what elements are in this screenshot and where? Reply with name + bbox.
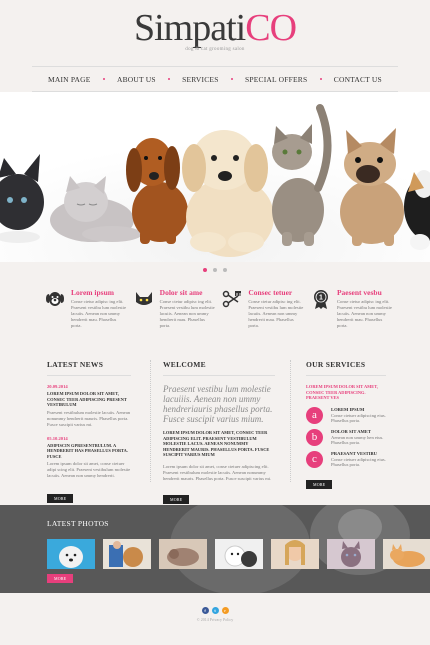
column-divider: [290, 360, 291, 482]
photo-thumbnail[interactable]: [215, 539, 263, 569]
main-nav: MAIN PAGE ABOUT US SERVICES SPECIAL OFFE…: [32, 66, 398, 92]
welcome-more-button[interactable]: MORE: [163, 494, 190, 504]
photo-thumbnail[interactable]: [327, 539, 375, 569]
service-title: DOLOR SIT AMET: [331, 428, 371, 434]
award-ribbon-icon: 1: [310, 288, 332, 310]
feature-title: Paesent vesbu: [336, 288, 382, 297]
logo-part2: CO: [245, 7, 297, 49]
slider-dot-1[interactable]: [203, 268, 207, 272]
service-item[interactable]: a LOREM IPSUM Conse ctetuer adipiscing e…: [306, 406, 386, 424]
news-item: 05.10.2014 ADIPISCIN GPRESENTBULUM. A HE…: [47, 436, 131, 480]
service-badge: c: [306, 450, 323, 468]
logo-title: SimpatiCO: [0, 8, 430, 48]
photo-thumbnail[interactable]: [103, 539, 151, 569]
feature-title: Dolor sit ame: [159, 288, 203, 297]
svg-text:1: 1: [319, 295, 323, 302]
footer-copyright: © 2014 Privacy Policy: [196, 617, 234, 622]
latest-news-heading: LATEST NEWS: [47, 360, 131, 376]
rss-icon[interactable]: r: [221, 607, 229, 614]
services-caps-text: LOREM IPSUM DOLOR SIT AMET, CONSEC TEER …: [306, 384, 378, 400]
news-more-button[interactable]: MORE: [47, 494, 74, 503]
feature-text: Conse ctetur adipisc ing elit. Praesent …: [248, 299, 304, 328]
feature-title: Lorem ipsum: [71, 288, 114, 297]
nav-contact-us[interactable]: CONTACT US: [334, 75, 382, 84]
logo-tagline: dog & cat grooming salon: [185, 47, 245, 52]
hero-slider: [0, 92, 430, 262]
news-title[interactable]: LOREM IPSUM DOLOR SIT AMET, CONSEC TEER …: [47, 391, 131, 408]
news-title[interactable]: ADIPISCIN GPRESENTBULUM. A HENDRERIT HAS…: [47, 443, 131, 460]
social-links: f t r: [0, 607, 430, 614]
slider-dot-2[interactable]: [213, 268, 217, 272]
nav-separator: [167, 78, 170, 80]
feature-title: Consec tetuer: [248, 288, 293, 297]
facebook-icon[interactable]: f: [201, 607, 209, 614]
services-heading: OUR SERVICES: [306, 360, 386, 376]
welcome-heading: WELCOME: [163, 360, 275, 376]
photo-thumbnail[interactable]: [159, 539, 207, 569]
welcome-caps-text: LOREM IPSUM DOLOR SIT AMET, CONSEC TEER …: [163, 430, 270, 457]
feature-item: Dolor sit ame Conse ctetur adipisc ing e…: [133, 288, 217, 329]
nav-separator: [102, 78, 105, 80]
photo-thumbnail[interactable]: [271, 539, 319, 569]
nav-services[interactable]: SERVICES: [182, 75, 218, 84]
features-row: Lorem ipsum Conse ctetur adipisc ing eli…: [44, 288, 394, 329]
service-badge: a: [306, 406, 323, 424]
latest-photos-heading: LATEST PHOTOS: [47, 519, 109, 528]
photo-thumbnail[interactable]: [383, 539, 430, 569]
logo-part1: Simpati: [133, 7, 246, 49]
feature-text: Conse ctetur adipisc ing elit. Praesent …: [71, 299, 126, 328]
nav-main-page[interactable]: MAIN PAGE: [48, 75, 91, 84]
cat-icon: [133, 288, 155, 310]
latest-photos-section: LATEST PHOTOS MORE: [0, 505, 430, 593]
nav-about-us[interactable]: ABOUT US: [117, 75, 156, 84]
nav-separator: [230, 78, 233, 80]
service-title: PRAESANT VESTIBU: [331, 450, 377, 456]
dog-icon: [44, 288, 66, 310]
nav-separator: [319, 78, 322, 80]
news-item: 20.09.2014 LOREM IPSUM DOLOR SIT AMET, C…: [47, 384, 131, 428]
feature-item: Lorem ipsum Conse ctetur adipisc ing eli…: [44, 288, 128, 329]
service-text: Conse ctetuer adipiscing eius. Phasellus…: [331, 456, 386, 468]
twitter-icon[interactable]: t: [211, 607, 219, 614]
welcome-text: Lorem ipsum dolor sit amet, conse ctetue…: [163, 463, 272, 481]
news-date: 20.09.2014: [47, 384, 68, 389]
services-more-button[interactable]: MORE: [306, 479, 333, 489]
column-divider: [150, 360, 151, 482]
service-text: Conse ctetuer adipiscing eius. Phasellus…: [331, 412, 386, 424]
feature-item: Consec tetuer Conse ctetur adipisc ing e…: [221, 288, 305, 329]
news-text: Praesent vestibulum molestie lacuiis. Ae…: [47, 409, 131, 427]
slider-pagination: [0, 268, 430, 272]
service-item[interactable]: b DOLOR SIT AMET Aenean non ummy hen eiu…: [306, 428, 386, 446]
feature-item: 1 Paesent vesbu Conse ctetur adipisc ing…: [310, 288, 394, 329]
service-item[interactable]: c PRAESANT VESTIBU Conse ctetuer adipisc…: [306, 450, 386, 468]
service-text: Aenean non ummy hen eius. Phasellus port…: [331, 434, 384, 446]
news-text: Lorem ipsum dolor sit amet, conse ctetue…: [47, 461, 131, 478]
welcome-section: WELCOME Praesent vestibu lum molestie la…: [163, 360, 275, 506]
service-title: LOREM IPSUM: [331, 406, 365, 412]
welcome-lead: Praesent vestibu lum molestie lacuiiis. …: [163, 384, 273, 424]
service-badge: b: [306, 428, 323, 446]
news-date: 05.10.2014: [47, 435, 68, 441]
photo-thumbnail[interactable]: [47, 539, 95, 569]
nav-special-offers[interactable]: SPECIAL OFFERS: [245, 75, 307, 84]
hero-pets-image: [0, 92, 430, 262]
slider-dot-3[interactable]: [223, 268, 227, 272]
feature-text: Conse ctetur adipisc ing elit. Praesent …: [336, 299, 392, 328]
photo-gallery: [47, 539, 430, 569]
photos-more-button[interactable]: MORE: [47, 574, 74, 583]
feature-text: Conse ctetur adipisc ing elit. Praesent …: [159, 299, 215, 328]
scissors-comb-icon: [221, 288, 243, 310]
latest-news-section: LATEST NEWS 20.09.2014 LOREM IPSUM DOLOR…: [47, 360, 131, 505]
services-section: OUR SERVICES LOREM IPSUM DOLOR SIT AMET,…: [306, 360, 386, 491]
site-logo[interactable]: SimpatiCO dog & cat grooming salon: [0, 8, 430, 52]
